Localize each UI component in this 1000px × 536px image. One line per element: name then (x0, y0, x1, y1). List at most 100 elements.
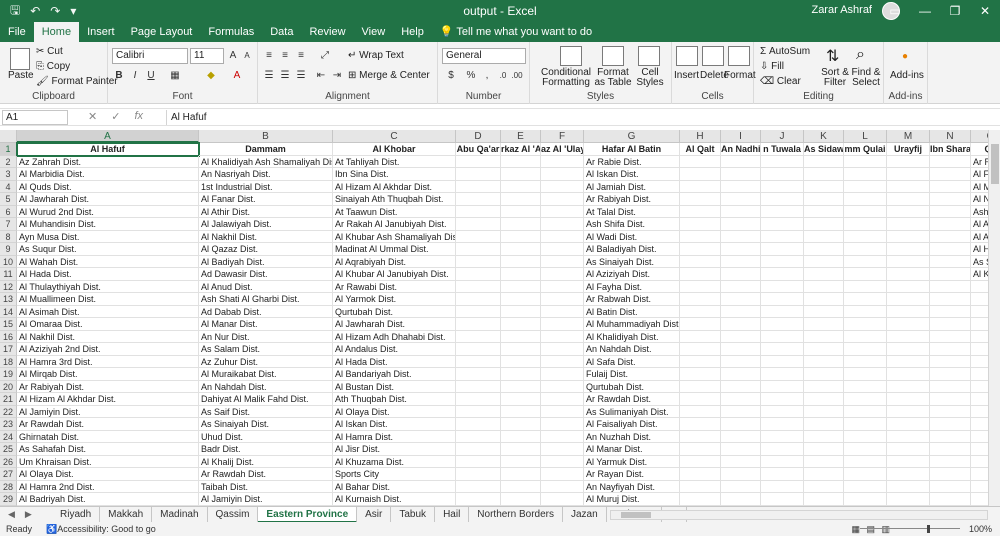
table-cell[interactable]: Al Olaya Dist. (333, 405, 456, 418)
table-cell[interactable] (804, 455, 844, 468)
table-cell[interactable] (887, 305, 930, 318)
table-cell[interactable]: Sinaiyah Ath Thuqbah Dist. (333, 193, 456, 206)
table-cell[interactable] (721, 293, 761, 306)
row-header[interactable]: 11 (0, 268, 17, 281)
table-cell[interactable] (761, 430, 804, 443)
table-cell[interactable]: Ar Rawdah Dist. (584, 393, 680, 406)
table-cell[interactable]: Al Jamiyin Dist. (199, 493, 333, 506)
header-cell[interactable]: Ibn Sharar (930, 143, 971, 156)
table-cell[interactable]: Al Hada Dist. (17, 268, 199, 281)
table-cell[interactable]: An Nayfiyah Dist. (584, 480, 680, 493)
table-cell[interactable] (844, 230, 887, 243)
format-as-table-button[interactable]: Format as Table (592, 68, 634, 88)
row-header[interactable]: 2 (0, 155, 17, 168)
table-cell[interactable] (930, 493, 971, 506)
table-cell[interactable] (804, 243, 844, 256)
row-header[interactable]: 21 (0, 393, 17, 406)
table-cell[interactable] (541, 168, 584, 181)
table-cell[interactable] (761, 255, 804, 268)
row-header[interactable]: 22 (0, 405, 17, 418)
table-cell[interactable] (721, 243, 761, 256)
table-cell[interactable] (887, 443, 930, 456)
row-header[interactable]: 29 (0, 493, 17, 506)
table-cell[interactable] (721, 468, 761, 481)
chevron-down-icon[interactable]: ▾ (70, 4, 76, 18)
table-cell[interactable] (844, 455, 887, 468)
table-cell[interactable] (804, 305, 844, 318)
row-header[interactable]: 10 (0, 255, 17, 268)
table-cell[interactable] (804, 268, 844, 281)
row-header[interactable]: 26 (0, 455, 17, 468)
zoom-slider[interactable] (860, 528, 960, 529)
table-cell[interactable] (501, 205, 541, 218)
scroll-thumb[interactable] (621, 512, 651, 518)
table-cell[interactable] (501, 343, 541, 356)
table-cell[interactable] (501, 168, 541, 181)
table-cell[interactable] (761, 205, 804, 218)
header-cell[interactable]: Abu Qa'ar (456, 143, 501, 156)
table-cell[interactable] (501, 405, 541, 418)
table-cell[interactable] (680, 243, 721, 256)
table-cell[interactable] (844, 443, 887, 456)
table-cell[interactable] (501, 493, 541, 506)
table-cell[interactable] (680, 155, 721, 168)
delete-cells-icon[interactable] (702, 46, 724, 66)
table-cell[interactable] (804, 355, 844, 368)
column-header[interactable]: M (887, 130, 930, 143)
minimize-button[interactable]: — (910, 0, 940, 22)
table-cell[interactable]: 1st Industrial Dist. (199, 180, 333, 193)
table-cell[interactable]: Al Anud Dist. (199, 280, 333, 293)
table-cell[interactable]: Al Badriyah Dist. (17, 493, 199, 506)
table-cell[interactable] (844, 380, 887, 393)
table-cell[interactable] (887, 330, 930, 343)
table-cell[interactable] (680, 268, 721, 281)
table-cell[interactable] (541, 355, 584, 368)
table-cell[interactable] (844, 155, 887, 168)
table-cell[interactable] (761, 455, 804, 468)
table-cell[interactable] (887, 268, 930, 281)
addins-button[interactable]: Add-ins (890, 70, 924, 81)
align-left-icon[interactable]: ☰ (262, 69, 276, 83)
table-cell[interactable] (761, 418, 804, 431)
table-cell[interactable] (844, 280, 887, 293)
table-cell[interactable] (721, 280, 761, 293)
table-cell[interactable]: Al Batin Dist. (584, 305, 680, 318)
table-cell[interactable]: Al Wahah Dist. (17, 255, 199, 268)
table-cell[interactable]: Ad Dabab Dist. (199, 305, 333, 318)
user-name[interactable]: Zarar Ashraf (811, 4, 872, 16)
table-cell[interactable]: Ad Dawasir Dist. (199, 268, 333, 281)
table-cell[interactable] (887, 405, 930, 418)
table-cell[interactable]: Al Aziziyah Dist. (584, 268, 680, 281)
align-top-icon[interactable]: ≡ (262, 49, 276, 63)
table-cell[interactable] (804, 318, 844, 331)
bold-button[interactable]: B (112, 69, 126, 83)
table-cell[interactable] (804, 393, 844, 406)
table-cell[interactable] (541, 255, 584, 268)
table-cell[interactable] (761, 480, 804, 493)
row-header[interactable]: 1 (0, 143, 17, 156)
table-cell[interactable] (721, 180, 761, 193)
header-cell[interactable]: As Sidawi (804, 143, 844, 156)
accessibility-status[interactable]: Accessibility: Good to go (57, 524, 156, 534)
table-cell[interactable] (761, 330, 804, 343)
table-cell[interactable] (930, 443, 971, 456)
table-cell[interactable]: Ash Shifa Dist. (584, 218, 680, 231)
table-cell[interactable] (804, 418, 844, 431)
table-cell[interactable]: Al Jalawiyah Dist. (199, 218, 333, 231)
copy-button[interactable]: ⎘ Copy (36, 61, 70, 72)
merge-center-button[interactable]: ⊞ Merge & Center (348, 70, 430, 81)
table-cell[interactable] (541, 318, 584, 331)
table-cell[interactable] (541, 305, 584, 318)
table-cell[interactable]: Al Khubar Al Janubiyah Dist. (333, 268, 456, 281)
cell-styles-icon[interactable] (638, 46, 660, 66)
table-cell[interactable] (930, 343, 971, 356)
paste-icon[interactable] (10, 48, 30, 70)
column-header[interactable]: C (333, 130, 456, 143)
table-cell[interactable] (844, 480, 887, 493)
grow-font-button[interactable]: A (226, 49, 240, 63)
table-cell[interactable] (456, 368, 501, 381)
table-cell[interactable] (721, 355, 761, 368)
row-header[interactable]: 5 (0, 193, 17, 206)
table-cell[interactable] (804, 330, 844, 343)
sheet-tab[interactable]: Qassim (208, 506, 259, 523)
